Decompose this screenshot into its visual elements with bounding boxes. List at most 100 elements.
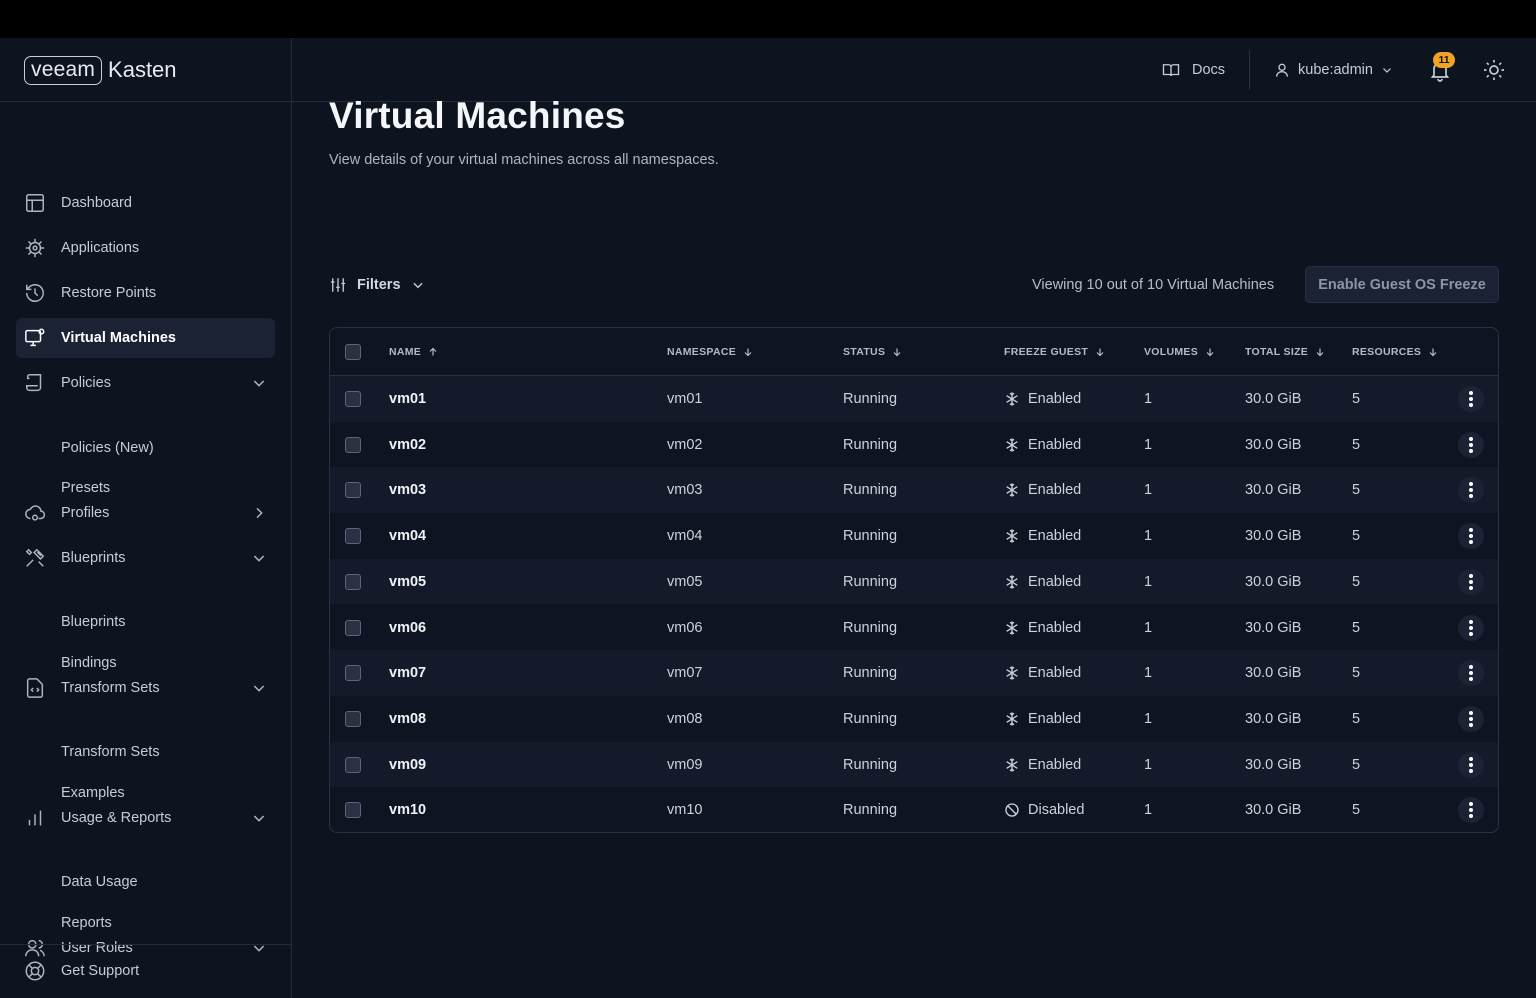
chevron-down-icon[interactable]: [251, 680, 267, 696]
chevron-down-icon[interactable]: [251, 550, 267, 566]
row-actions-menu[interactable]: [1458, 705, 1484, 732]
table-row[interactable]: vm03 vm03 Running Enabled 1 30.0 GiB 5: [330, 467, 1498, 514]
column-header-freeze-guest[interactable]: FREEZE GUEST: [1004, 344, 1106, 360]
row-actions-menu[interactable]: [1458, 523, 1484, 550]
column-header-status[interactable]: STATUS: [843, 344, 903, 360]
brand-logo-box: veeam: [24, 55, 103, 85]
sidebar-item-dashboard[interactable]: Dashboard: [16, 183, 275, 223]
vm-name-link[interactable]: vm04: [389, 528, 426, 544]
sidebar-subitem-bindings[interactable]: Bindings: [61, 653, 117, 673]
vm-namespace: vm05: [667, 573, 703, 590]
row-checkbox[interactable]: [345, 802, 361, 819]
freeze-guest-label: Enabled: [1028, 436, 1082, 453]
freeze-guest-label: Enabled: [1028, 528, 1082, 545]
snowflake-icon: [1006, 712, 1018, 726]
sidebar-item-blueprints[interactable]: Blueprints: [16, 538, 275, 578]
row-checkbox[interactable]: [345, 619, 361, 636]
row-checkbox[interactable]: [345, 482, 361, 499]
sidebar-subitem-reports[interactable]: Reports: [61, 913, 112, 933]
vm-name-link[interactable]: vm05: [389, 574, 426, 590]
kebab-dot: [1469, 625, 1473, 630]
column-header-resources[interactable]: RESOURCES: [1352, 344, 1439, 360]
table-row[interactable]: vm07 vm07 Running Enabled 1 30.0 GiB 5: [330, 650, 1498, 696]
vm-name-link[interactable]: vm03: [389, 482, 426, 498]
kebab-dot: [1469, 579, 1473, 584]
vm-total-size: 30.0 GiB: [1245, 436, 1302, 453]
vm-freeze-guest: Enabled: [1004, 574, 1081, 590]
row-checkbox[interactable]: [345, 665, 361, 682]
user-name: kube:admin: [1298, 62, 1373, 78]
column-header-volumes[interactable]: VOLUMES: [1144, 344, 1216, 360]
row-actions-menu[interactable]: [1458, 386, 1484, 412]
sidebar-subitem-blueprints-list[interactable]: Blueprints: [61, 612, 125, 632]
sidebar-subitem-data-usage[interactable]: Data Usage: [61, 872, 138, 892]
row-actions-menu[interactable]: [1458, 751, 1484, 778]
vm-name-link[interactable]: vm01: [389, 391, 426, 407]
get-support-link[interactable]: Get Support: [0, 944, 292, 998]
sidebar-item-label: Dashboard: [61, 195, 132, 211]
row-checkbox[interactable]: [345, 391, 361, 407]
kebab-dot: [1469, 619, 1473, 624]
docs-link[interactable]: Docs: [1162, 58, 1225, 82]
vm-name-link[interactable]: vm02: [389, 437, 426, 453]
vm-name-link[interactable]: vm09: [389, 757, 426, 773]
freeze-guest-label: Enabled: [1028, 391, 1082, 407]
row-checkbox[interactable]: [345, 573, 361, 590]
sun-icon[interactable]: [1482, 58, 1506, 82]
row-actions-menu[interactable]: [1458, 614, 1484, 641]
sidebar-item-usage-reports[interactable]: Usage & Reports: [16, 798, 275, 838]
sidebar-item-policies[interactable]: Policies: [16, 363, 275, 403]
row-checkbox[interactable]: [345, 528, 361, 545]
kebab-dot: [1469, 722, 1473, 727]
vm-name-link[interactable]: vm07: [389, 665, 426, 681]
table-row[interactable]: vm08 vm08 Running Enabled 1 30.0 GiB 5: [330, 696, 1498, 742]
row-actions-menu[interactable]: [1458, 477, 1484, 504]
sidebar-item-applications[interactable]: Applications: [16, 228, 275, 268]
row-actions-menu[interactable]: [1458, 568, 1484, 595]
table-row[interactable]: vm05 vm05 Running Enabled 1 30.0 GiB 5: [330, 558, 1498, 605]
row-checkbox[interactable]: [345, 710, 361, 727]
vm-resources: 5: [1352, 619, 1361, 636]
sidebar-subitem-examples[interactable]: Examples: [61, 783, 125, 803]
table-row[interactable]: vm02 vm02 Running Enabled 1 30.0 GiB 5: [330, 422, 1498, 468]
chevron-down-icon[interactable]: [251, 375, 267, 391]
filters-toggle[interactable]: Filters: [329, 274, 425, 296]
row-checkbox[interactable]: [345, 436, 361, 453]
user-menu[interactable]: kube:admin: [1274, 58, 1393, 82]
sidebar-subitem-transform-sets-list[interactable]: Transform Sets: [61, 742, 160, 762]
enable-guest-os-freeze-button[interactable]: Enable Guest OS Freeze: [1305, 266, 1499, 303]
sidebar-item-virtual-machines[interactable]: Virtual Machines: [16, 318, 275, 358]
kebab-dot: [1469, 494, 1473, 499]
table-row[interactable]: vm01 vm01 Running Enabled 1 30.0 GiB 5: [330, 376, 1498, 422]
vm-name-link[interactable]: vm10: [389, 802, 426, 818]
sidebar-subitem-policies-new[interactable]: Policies (New): [61, 438, 154, 458]
brand-logo[interactable]: veeam Kasten: [24, 54, 177, 86]
vm-total-size: 30.0 GiB: [1245, 619, 1302, 636]
chevron-right-icon[interactable]: [251, 505, 267, 521]
vm-resources: 5: [1352, 391, 1361, 407]
sidebar-item-transform-sets[interactable]: Transform Sets: [16, 668, 275, 708]
table-row[interactable]: vm04 vm04 Running Enabled 1 30.0 GiB 5: [330, 513, 1498, 559]
table-row[interactable]: vm06 vm06 Running Enabled 1 30.0 GiB 5: [330, 605, 1498, 651]
freeze-guest-label: Enabled: [1028, 756, 1082, 773]
row-checkbox[interactable]: [345, 756, 361, 773]
vm-name-link[interactable]: vm06: [389, 620, 426, 636]
row-actions-menu[interactable]: [1458, 797, 1484, 824]
column-header-name[interactable]: NAME: [389, 344, 439, 360]
freeze-guest-label: Enabled: [1028, 710, 1082, 727]
column-header-total-size[interactable]: TOTAL SIZE: [1245, 344, 1326, 360]
sidebar-subitem-presets[interactable]: Presets: [61, 478, 110, 498]
row-actions-menu[interactable]: [1458, 431, 1484, 458]
row-actions-menu[interactable]: [1458, 660, 1484, 687]
vm-name-link[interactable]: vm08: [389, 711, 426, 727]
vm-total-size: 30.0 GiB: [1245, 802, 1302, 819]
sidebar-item-profiles[interactable]: Profiles: [16, 493, 275, 533]
table-row[interactable]: vm09 vm09 Running Enabled 1 30.0 GiB 5: [330, 741, 1498, 788]
chevron-down-icon[interactable]: [251, 810, 267, 826]
snowflake-icon: [1006, 529, 1018, 543]
column-header-namespace[interactable]: NAMESPACE: [667, 344, 754, 360]
freeze-guest-label: Enabled: [1028, 482, 1082, 499]
table-row[interactable]: vm10 vm10 Running Disabled 1 30.0 GiB 5: [330, 787, 1498, 832]
sidebar-item-restore-points[interactable]: Restore Points: [16, 273, 275, 313]
select-all-checkbox[interactable]: [345, 344, 361, 360]
